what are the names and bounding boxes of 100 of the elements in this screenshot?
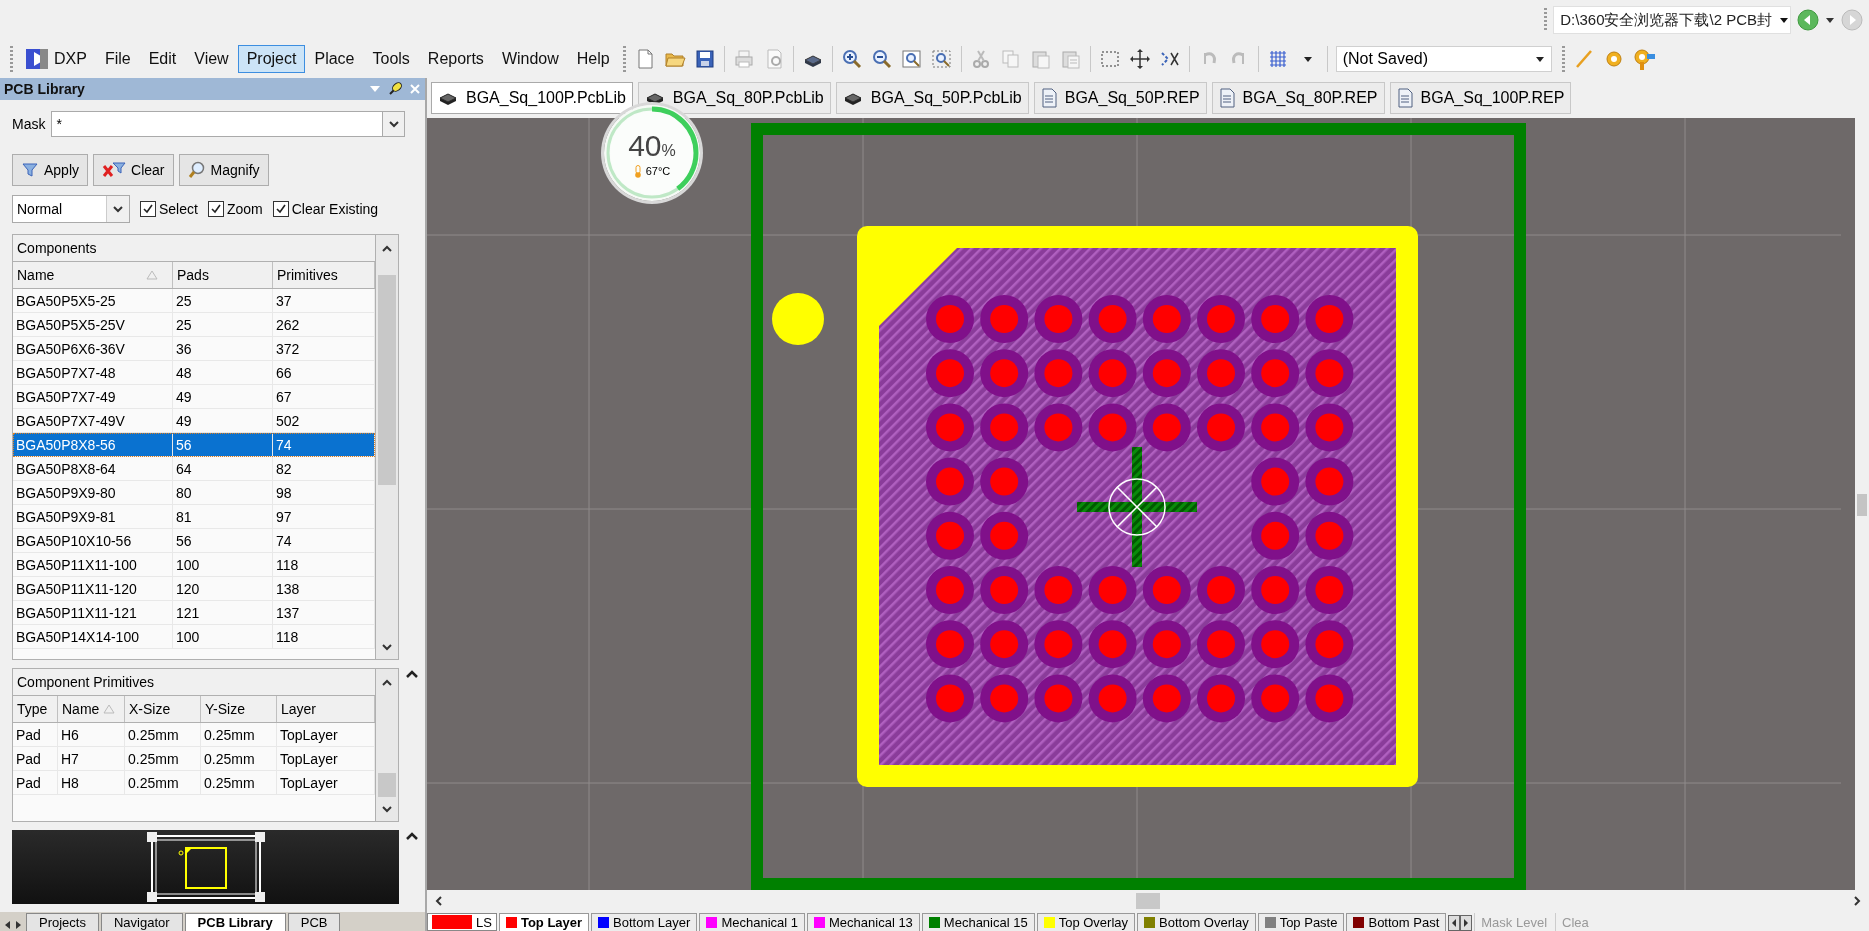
zoom-fit-icon[interactable] [900,48,923,70]
component-row[interactable]: BGA50P5X5-25 25 37 [13,289,375,313]
pcb-footprint-canvas[interactable] [427,118,1855,890]
document-tab[interactable]: BGA_Sq_100P.PcbLib [431,82,633,114]
layer-tab[interactable]: Bottom Past [1346,913,1447,931]
layer-tab[interactable]: Mechanical 15 [921,913,1035,931]
scrollbar[interactable] [376,668,399,822]
dashed-rectangle-icon[interactable] [1098,48,1121,70]
menu-item[interactable]: Place [305,45,364,73]
layer-tab[interactable]: Top Layer [498,913,590,931]
filter-button[interactable]: Magnify [178,154,269,186]
dropdown-button[interactable] [383,111,405,137]
layer-tab[interactable]: Top Overlay [1036,913,1136,931]
pad [980,403,1029,452]
scrollbar-thumb[interactable] [378,275,396,485]
checkbox[interactable] [207,201,224,217]
menu-item[interactable]: View [185,45,238,73]
menu-item[interactable]: File [95,45,140,73]
zoom-selection-icon[interactable] [930,48,953,70]
checkbox[interactable] [272,201,289,217]
column-header[interactable]: X-Size [125,696,201,722]
panel-tab[interactable]: Projects [26,913,99,931]
chevron-left-icon[interactable] [433,895,445,907]
document-tab[interactable]: BGA_Sq_50P.REP [1033,82,1207,114]
chevron-down-icon[interactable] [381,803,393,815]
table-cell: BGA50P8X8-56 [13,433,173,456]
document-tab[interactable]: BGA_Sq_80P.PcbLib [637,82,831,114]
move-icon[interactable] [1128,48,1151,70]
menu-item[interactable]: Edit [139,45,186,73]
table-cell: 0.25mm [125,771,201,794]
column-header[interactable]: Pads [173,262,273,288]
menu-item[interactable]: Tools [363,45,419,73]
back-icon[interactable] [1797,9,1819,31]
menu-item[interactable]: Project [237,45,306,73]
table-cell: 49 [173,385,273,408]
collapse-icon[interactable] [405,668,419,680]
mode-dropdown[interactable]: Normal [12,195,130,223]
document-tab[interactable]: BGA_Sq_100P.REP [1389,82,1572,114]
chevron-right-icon[interactable] [1851,895,1863,907]
layer-tab[interactable]: Mechanical 1 [699,913,805,931]
scrollbar-thumb[interactable] [1136,893,1160,909]
menu-item[interactable]: Reports [418,45,493,73]
menu-item[interactable]: Window [492,45,568,73]
chevron-down-icon[interactable] [112,203,124,215]
via-icon[interactable] [1632,48,1655,70]
chevron-down-icon[interactable] [381,641,393,653]
component-row[interactable]: BGA50P7X7-48 48 66 [13,361,375,385]
path-dropdown[interactable]: D:\360安全浏览器下载\2 PCB封 [1553,6,1791,34]
collapse-icon[interactable] [405,830,419,842]
current-layer-button[interactable]: LS [427,913,497,931]
component-row[interactable]: BGA50P11X11-120 120 138 [13,577,375,601]
component-row[interactable]: BGA50P10X10-56 56 74 [13,529,375,553]
pin-icon[interactable] [387,81,403,97]
column-header[interactable]: Y-Size [201,696,277,722]
caret-icon[interactable] [1825,15,1835,25]
zoom-in-icon[interactable] [840,48,863,70]
save-icon[interactable] [693,48,716,70]
checkbox-label[interactable]: Select [159,201,198,217]
component-row[interactable]: BGA50P5X5-25V 25 262 [13,313,375,337]
component-row[interactable]: BGA50P6X6-36V 36 372 [13,337,375,361]
column-header[interactable]: Name [13,262,173,288]
component-row[interactable]: BGA50P14X14-100 100 118 [13,625,375,649]
layer-tab[interactable]: Bottom Layer [591,913,698,931]
menu-item[interactable]: Help [567,45,619,73]
document-tab[interactable]: BGA_Sq_80P.REP [1211,82,1385,114]
pad [1088,349,1137,398]
column-header[interactable]: Layer [277,696,375,722]
filter-button[interactable]: Apply [12,154,89,186]
document-tab[interactable]: BGA_Sq_50P.PcbLib [835,82,1029,114]
panel-tab[interactable]: PCB [287,913,341,931]
caret-icon[interactable] [1534,54,1545,64]
column-header[interactable]: Primitives [273,262,375,288]
zoom-out-icon[interactable] [870,48,893,70]
scrollbar[interactable] [376,234,399,660]
layer-tab[interactable]: Mechanical 13 [807,913,920,931]
panel-tab[interactable]: Navigator [100,913,183,931]
component-row[interactable]: BGA50P11X11-121 121 137 [13,601,375,625]
column-header[interactable]: Name [58,696,125,722]
layer-tab[interactable]: Bottom Overlay [1137,913,1256,931]
view-config-dropdown[interactable]: (Not Saved) [1335,46,1552,72]
column-header[interactable]: Type [13,696,58,722]
pad [926,511,974,560]
checkbox-label[interactable]: Clear Existing [291,201,379,217]
mask-field[interactable]: * [51,111,383,137]
layer-tab[interactable]: Top Paste [1257,913,1345,931]
component-row[interactable]: BGA50P7X7-49 49 67 [13,385,375,409]
checkbox-label[interactable]: Zoom [226,201,263,217]
scroll-arrows-icon[interactable] [1448,915,1473,931]
panel-tab[interactable]: PCB Library [184,913,286,931]
scrollbar-thumb[interactable] [378,773,396,797]
component-row[interactable]: BGA50P9X9-80 80 98 [13,481,375,505]
component-row[interactable]: BGA50P11X11-100 100 118 [13,553,375,577]
scrollbar-thumb[interactable] [1857,493,1867,516]
component-row[interactable]: BGA50P8X8-64 64 82 [13,457,375,481]
menu-item[interactable]: DXP [17,42,96,76]
filter-button[interactable]: Clear [93,154,174,186]
component-row[interactable]: BGA50P8X8-56 56 74 [13,433,375,457]
table-cell: BGA50P7X7-48 [13,361,173,384]
checkbox[interactable] [140,201,156,217]
component-row[interactable]: BGA50P9X9-81 81 97 [13,505,375,529]
